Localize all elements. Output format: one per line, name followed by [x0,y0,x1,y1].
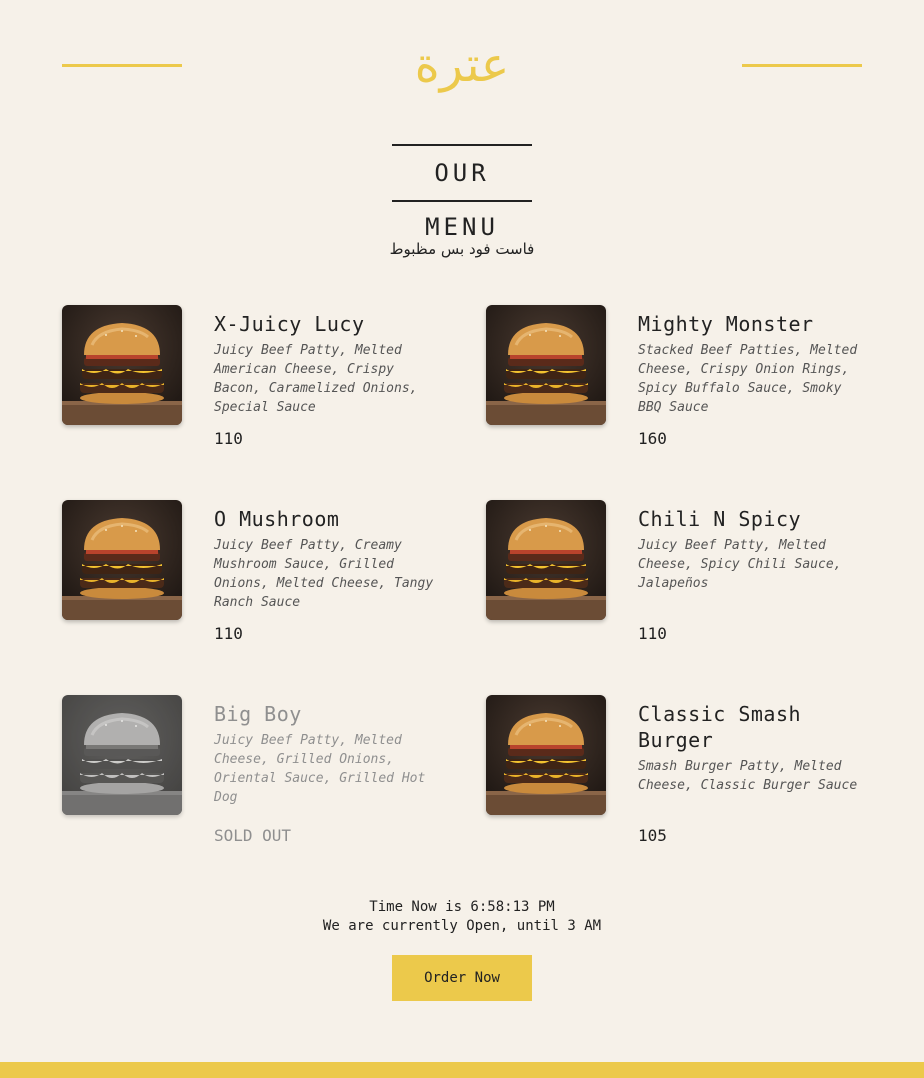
header-rule-right [742,64,862,67]
menu-item[interactable]: Classic Smash Burger Smash Burger Patty,… [486,695,866,845]
menu-item[interactable]: Big Boy Juicy Beef Patty, Melted Cheese,… [62,695,442,845]
burger-icon [486,500,606,620]
menu-item-name: Big Boy [214,702,302,726]
menu-item-name: Chili N Spicy [638,507,802,531]
menu-item-description: Smash Burger Patty, Melted Cheese, Class… [638,759,858,793]
menu-item-description: Juicy Beef Patty, Creamy Mushroom Sauce,… [214,538,434,610]
order-now-button[interactable]: Order Now [392,955,532,1001]
menu-item-name: X-Juicy Lucy [214,312,365,336]
burger-icon [486,695,606,815]
menu-item-name: O Mushroom [214,507,340,531]
menu-item-description: Juicy Beef Patty, Melted American Cheese… [214,343,418,415]
menu-item-price: 110 [214,429,243,448]
menu-item-description: Juicy Beef Patty, Melted Cheese, Spicy C… [638,538,842,591]
menu-item-name: Mighty Monster [638,312,814,336]
menu-item[interactable]: O Mushroom Juicy Beef Patty, Creamy Mush… [62,500,442,650]
page-title: OUR MENU [392,144,532,241]
menu-item-price: 110 [638,624,667,643]
opening-status: Time Now is 6:58:13 PM We are currently … [0,898,924,936]
menu-item-price: 105 [638,826,667,845]
menu-item-price: 110 [214,624,243,643]
burger-icon [62,305,182,425]
open-status: We are currently Open, until 3 AM [322,918,602,934]
sold-out-label: SOLD OUT [214,826,292,845]
menu-item[interactable]: Chili N Spicy Juicy Beef Patty, Melted C… [486,500,866,650]
tagline: فاست فود بس مظبوط [389,240,535,258]
menu-item-price: 160 [638,429,667,448]
current-time: Time Now is 6:58:13 PM [369,899,555,915]
menu-item-name: Classic Smash Burger [638,702,802,752]
burger-icon [486,305,606,425]
burger-icon [62,500,182,620]
footer-bar [0,1062,924,1078]
menu-item-description: Juicy Beef Patty, Melted Cheese, Grilled… [214,733,426,805]
menu-item-description: Stacked Beef Patties, Melted Cheese, Cri… [638,343,858,415]
menu-item[interactable]: Mighty Monster Stacked Beef Patties, Mel… [486,305,866,455]
menu-item[interactable]: X-Juicy Lucy Juicy Beef Patty, Melted Am… [62,305,442,455]
burger-icon [62,695,182,815]
